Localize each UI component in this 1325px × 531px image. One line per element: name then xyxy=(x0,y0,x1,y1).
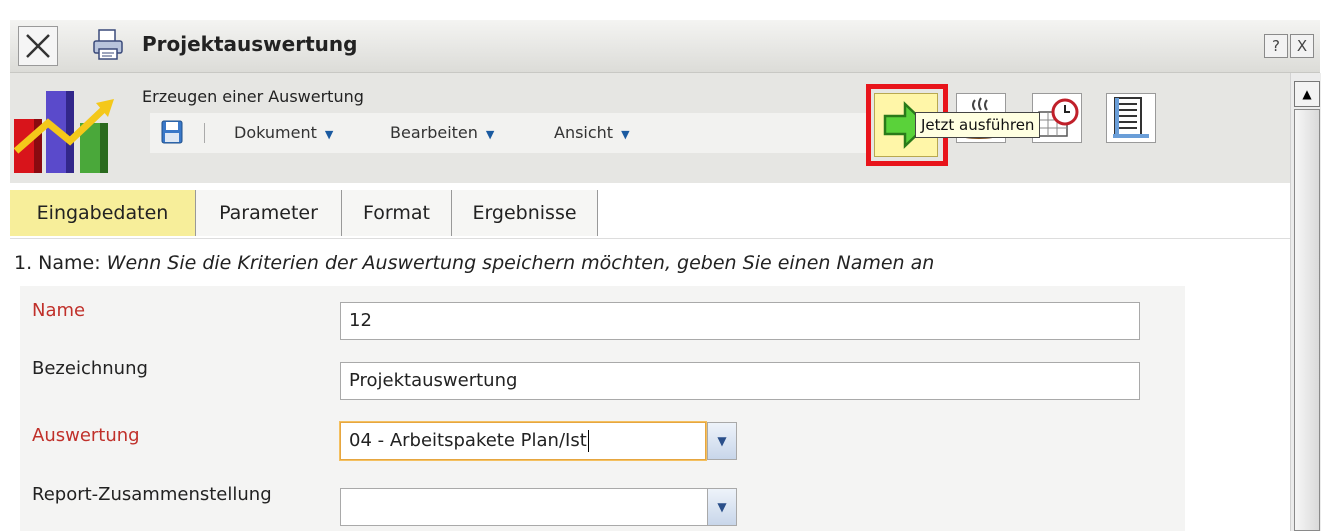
dialog-window: Projektauswertung ? X Erzeugen einer Aus… xyxy=(0,0,1325,531)
floppy-disk-icon xyxy=(161,120,183,144)
toolbar-subtitle: Erzeugen einer Auswertung xyxy=(142,87,364,106)
run-now-tooltip: Jetzt ausführen xyxy=(915,112,1041,138)
tab-underline xyxy=(10,238,1290,239)
bezeichnung-field[interactable]: Projektauswertung xyxy=(340,362,1140,400)
auswertung-select[interactable]: 04 - Arbeitspakete Plan/Ist xyxy=(340,422,706,460)
name-label: Name xyxy=(32,300,86,321)
printer-icon xyxy=(93,29,123,60)
bezeichnung-label: Bezeichnung xyxy=(32,358,148,379)
chevron-down-icon: ▼ xyxy=(717,500,727,514)
report-layout-icon xyxy=(1113,97,1149,138)
dropdown-arrow-icon: ▼ xyxy=(621,128,630,141)
layout-button[interactable] xyxy=(1106,93,1156,143)
report-zusammenstellung-select[interactable] xyxy=(340,488,710,526)
tab-parameter[interactable]: Parameter xyxy=(196,190,342,236)
dropdown-arrow-icon: ▼ xyxy=(324,128,334,141)
menu-dokument-label: Dokument xyxy=(234,123,317,142)
window-title: Projektauswertung xyxy=(142,32,358,56)
toolbar-area: Erzeugen einer Auswertung Dokument ▼ Bear… xyxy=(10,73,1290,183)
report-chart-logo-icon xyxy=(10,79,130,175)
section-instruction: Wenn Sie die Kriterien der Auswertung sp… xyxy=(106,252,935,274)
auswertung-dropdown-button[interactable]: ▼ xyxy=(707,422,737,460)
auswertung-value: 04 - Arbeitspakete Plan/Ist xyxy=(349,430,587,451)
auswertung-label: Auswertung xyxy=(32,425,140,446)
dropdown-arrow-icon: ▼ xyxy=(485,128,495,141)
scroll-up-button[interactable]: ▲ xyxy=(1294,81,1320,107)
menu-bearbeiten[interactable]: Bearbeiten ▼ xyxy=(390,123,494,142)
vertical-scrollbar[interactable]: ▲ xyxy=(1290,73,1321,531)
arrow-up-icon: ▲ xyxy=(1302,87,1312,101)
close-dialog-button[interactable] xyxy=(18,26,58,66)
tab-eingabedaten[interactable]: Eingabedaten xyxy=(10,190,196,236)
chevron-down-icon: ▼ xyxy=(717,434,727,448)
text-caret xyxy=(587,430,589,452)
scroll-thumb[interactable] xyxy=(1294,109,1320,531)
print-button[interactable] xyxy=(90,27,126,63)
close-icon xyxy=(26,34,50,58)
title-bar: Projektauswertung ? X xyxy=(10,20,1320,73)
section-hint: 1. Name: Wenn Sie die Kriterien der Ausw… xyxy=(14,252,934,274)
section-number: 1. Name: xyxy=(14,252,107,274)
tab-ergebnisse[interactable]: Ergebnisse xyxy=(452,190,598,236)
name-field[interactable]: 12 xyxy=(340,302,1140,340)
menu-ansicht-label: Ansicht xyxy=(554,123,614,142)
tab-format[interactable]: Format xyxy=(342,190,452,236)
menu-bar: Dokument ▼ Bearbeiten ▼ Ansicht ▼ xyxy=(150,113,870,153)
report-zusammenstellung-label: Report-Zusammenstellung xyxy=(32,484,272,505)
menu-dokument[interactable]: Dokument ▼ xyxy=(234,123,333,142)
menu-separator xyxy=(204,123,205,143)
help-button[interactable]: ? xyxy=(1264,34,1288,58)
menu-bearbeiten-label: Bearbeiten xyxy=(390,123,478,142)
menu-ansicht[interactable]: Ansicht ▼ xyxy=(554,123,630,142)
save-button[interactable] xyxy=(161,120,183,144)
window-close-button[interactable]: X xyxy=(1290,34,1314,58)
report-dropdown-button[interactable]: ▼ xyxy=(707,488,737,526)
